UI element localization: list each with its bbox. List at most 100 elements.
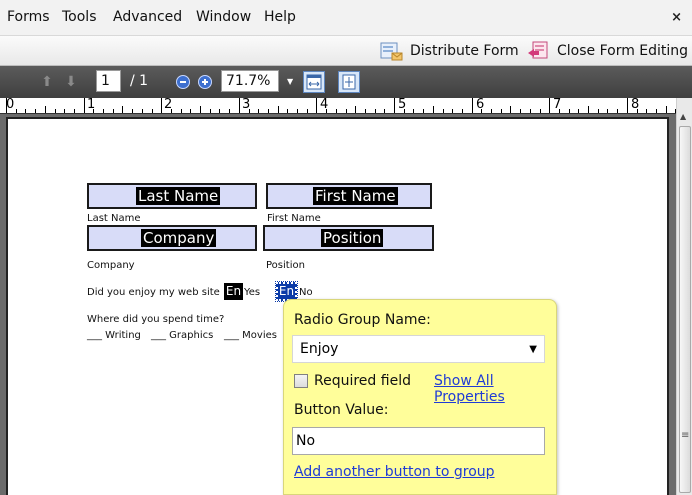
- ruler-tick: [64, 109, 66, 113]
- ruler-tick: [568, 109, 570, 113]
- ruler-tick: [364, 109, 366, 113]
- radio-group-name-select[interactable]: Enjoy ▼: [292, 335, 545, 363]
- ruler-tick: [384, 109, 386, 113]
- last-name-caption: Last Name: [87, 213, 141, 224]
- ruler-number: 0: [6, 98, 15, 112]
- close-icon[interactable]: ×: [671, 10, 682, 25]
- ruler-tick: [520, 109, 522, 113]
- ruler-tick: [190, 109, 192, 113]
- ruler-tick: [326, 109, 328, 113]
- distribute-form-icon: [380, 41, 404, 61]
- ruler-tick: [558, 109, 560, 113]
- last-name-field-label: Last Name: [136, 187, 221, 205]
- ruler-tick: [200, 106, 201, 113]
- fit-page-icon[interactable]: [338, 71, 360, 93]
- ruler-tick: [500, 109, 502, 113]
- ruler-tick: [306, 109, 308, 113]
- ruler-tick: [93, 109, 95, 113]
- next-page-icon[interactable]: ⬇: [64, 75, 78, 89]
- first-name-field[interactable]: First Name: [266, 183, 432, 209]
- scrollbar-grip-icon: ≡: [681, 430, 690, 441]
- zoom-in-icon[interactable]: [198, 75, 212, 89]
- company-caption: Company: [87, 260, 135, 271]
- ruler-tick: [578, 109, 580, 113]
- ruler-tick: [588, 106, 589, 113]
- ruler-tick: [297, 109, 298, 113]
- ruler-tick: [655, 109, 657, 113]
- company-field[interactable]: Company: [87, 225, 257, 251]
- ruler: 0 1 2 3 4 5 6 7 8: [0, 98, 676, 114]
- ruler-number: 7: [553, 98, 562, 112]
- fit-width-icon[interactable]: [303, 71, 325, 93]
- ruler-tick: [355, 106, 357, 113]
- ruler-tick: [219, 109, 221, 113]
- distribute-form-button[interactable]: Distribute Form: [380, 40, 519, 62]
- page-number-input[interactable]: 1: [96, 70, 121, 92]
- required-field-checkbox[interactable]: [294, 374, 308, 388]
- ruler-tick: [209, 109, 211, 113]
- ruler-tick: [258, 109, 260, 113]
- ruler-tick: [229, 109, 231, 113]
- page-total: / 1: [130, 73, 149, 89]
- vertical-scrollbar[interactable]: ▲ ≡: [676, 98, 692, 495]
- ruler-tick: [277, 106, 279, 113]
- ruler-tick: [423, 109, 425, 113]
- menu-tools[interactable]: Tools: [62, 9, 97, 25]
- menu-advanced[interactable]: Advanced: [113, 9, 182, 25]
- ruler-tick: [539, 109, 541, 113]
- ruler-tick: [35, 109, 37, 113]
- radio-group-name-value: Enjoy: [300, 341, 339, 357]
- ruler-tick: [617, 109, 619, 113]
- menu-forms[interactable]: Forms: [7, 9, 50, 25]
- radio-yes[interactable]: En: [224, 283, 243, 300]
- last-name-field[interactable]: Last Name: [87, 183, 257, 209]
- zoom-level-input[interactable]: 71.7%: [221, 70, 279, 92]
- ruler-tick: [607, 109, 609, 113]
- ruler-tick: [597, 109, 599, 113]
- ruler-tick: [471, 98, 473, 113]
- ruler-tick: [267, 109, 269, 113]
- menu-help[interactable]: Help: [264, 9, 296, 25]
- ruler-tick: [248, 109, 250, 113]
- ruler-tick: [83, 98, 85, 113]
- ruler-tick: [374, 109, 376, 113]
- position-field[interactable]: Position: [263, 225, 434, 251]
- required-field-label: Required field: [314, 373, 411, 389]
- ruler-tick: [432, 106, 434, 113]
- ruler-tick: [180, 109, 182, 113]
- ruler-tick: [403, 109, 405, 113]
- ruler-tick: [287, 109, 289, 113]
- ruler-tick: [345, 109, 347, 113]
- ruler-tick: [141, 109, 143, 113]
- ruler-tick: [646, 109, 648, 113]
- ruler-tick: [161, 98, 163, 113]
- scroll-up-icon[interactable]: ▲: [680, 112, 686, 121]
- first-name-field-label: First Name: [313, 187, 398, 205]
- zoom-dropdown-icon[interactable]: ▼: [287, 77, 293, 86]
- ruler-tick: [665, 106, 667, 113]
- close-form-editing-label: Close Form Editing: [557, 43, 689, 59]
- ruler-tick: [73, 109, 75, 113]
- spend-time-question: Where did you spend time?: [87, 314, 225, 325]
- ruler-tick: [15, 109, 17, 113]
- previous-page-icon[interactable]: ⬆: [40, 75, 54, 89]
- show-all-properties-link[interactable]: Show All Properties: [434, 373, 556, 405]
- ruler-tick: [481, 109, 483, 113]
- zoom-out-icon[interactable]: [176, 75, 190, 89]
- button-value-input[interactable]: No: [292, 427, 545, 455]
- first-name-caption: First Name: [267, 213, 321, 224]
- ruler-tick: [170, 109, 172, 113]
- ruler-number: 8: [631, 98, 640, 112]
- ruler-tick: [636, 109, 638, 113]
- ruler-tick: [626, 98, 628, 113]
- ruler-tick: [238, 98, 240, 113]
- command-bar: Distribute Form Close Form Editing: [0, 36, 692, 66]
- add-button-to-group-link[interactable]: Add another button to group: [294, 464, 495, 480]
- radio-yes-label: Yes: [244, 287, 261, 298]
- close-form-editing-button[interactable]: Close Form Editing: [527, 40, 688, 62]
- button-value-label: Button Value:: [294, 402, 389, 418]
- menu-window[interactable]: Window: [196, 9, 251, 25]
- ruler-tick: [44, 106, 46, 113]
- company-field-label: Company: [141, 229, 217, 247]
- chevron-down-icon: ▼: [529, 344, 537, 355]
